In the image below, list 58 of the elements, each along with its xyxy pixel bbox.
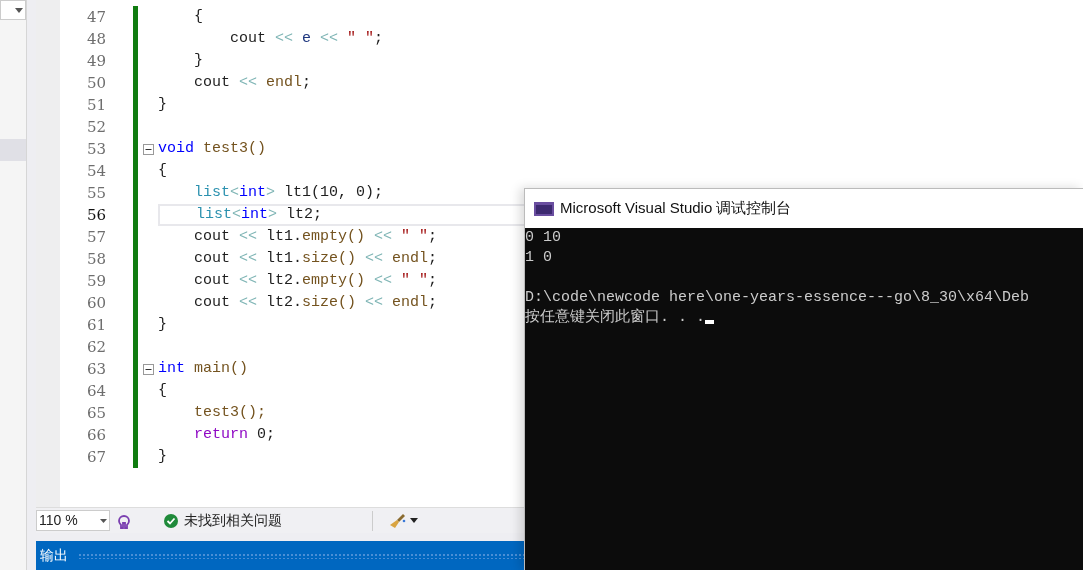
code-line: int main() [158,358,249,379]
code-line: } [193,50,203,71]
code-line: list<int> lt2; [195,204,323,225]
caret-icon[interactable] [410,518,418,523]
code-line: list<int> lt1(10, 0); [193,182,384,203]
line-number: 60 [86,292,106,314]
zoom-dropdown[interactable]: 110 % [36,510,110,531]
code-line: test3(); [193,402,267,423]
dropdown[interactable] [0,0,26,20]
collapse-icon[interactable] [142,363,154,375]
caret-icon [15,7,23,13]
console-line: 1 0 [525,248,552,268]
console-line: 按任意键关闭此窗口. . . [525,308,705,328]
brush-icon[interactable] [389,511,407,530]
line-number: 54 [86,160,106,182]
code-line: { [193,6,203,27]
line-number: 61 [86,314,106,336]
code-line: { [158,160,167,181]
line-number: 63 [86,358,106,380]
code-line: } [158,94,167,115]
line-number: 67 [86,446,106,468]
code-line: return 0; [193,424,276,445]
line-number: 65 [86,402,106,424]
code-line: cout << e << " "; [229,28,384,49]
line-number: 48 [86,28,106,50]
line-number: 51 [86,94,106,116]
collapse-icon[interactable] [142,143,154,155]
console-line: 0 10 [525,228,561,248]
line-number: 56 [86,204,106,226]
window-title: Microsoft Visual Studio 调试控制台 [560,198,792,219]
line-number: 62 [86,336,106,358]
line-number: 55 [86,182,106,204]
code-line: cout << endl; [193,72,312,93]
line-number: 58 [86,248,106,270]
issues-status: 未找到相关问题 [184,511,282,530]
panel-title: 输出 [40,546,68,565]
console-line: D:\code\newcode here\one-years-essence---go\8_30\x64\Deb [525,288,1030,308]
line-number: 50 [86,72,106,94]
line-number: 59 [86,270,106,292]
check-icon [164,513,178,528]
line-number: 47 [86,6,106,28]
caret-icon [100,518,107,523]
console-icon [534,201,554,216]
code-line: } [158,446,167,467]
line-number: 57 [86,226,106,248]
line-number: 66 [86,424,106,446]
code-line: { [158,380,167,401]
code-line: cout << lt2.size() << endl; [193,292,438,313]
code-line: void test3() [158,138,267,159]
line-number: 49 [86,50,106,72]
code-line: cout << lt2.empty() << " "; [193,270,438,291]
code-line: cout << lt1.size() << endl; [193,248,438,269]
code-line: cout << lt1.empty() << " "; [193,226,438,247]
code-line: } [158,314,167,335]
text-cursor [705,320,714,324]
line-number: 53 [86,138,106,160]
line-number: 64 [86,380,106,402]
line-number: 52 [86,116,106,138]
